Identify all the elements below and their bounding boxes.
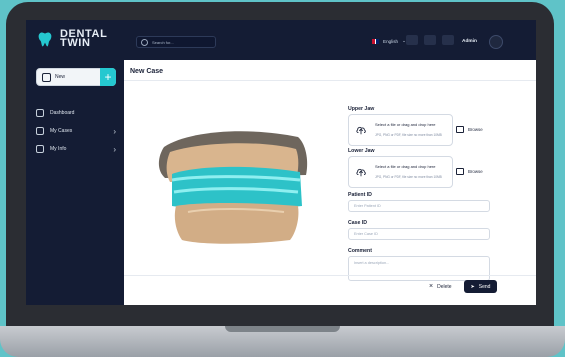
patient-id-label: Patient ID xyxy=(348,192,372,198)
header-divider xyxy=(124,80,536,81)
delete-button[interactable]: × Delete xyxy=(429,283,452,290)
upper-jaw-browse-button[interactable]: Browse xyxy=(456,123,490,135)
new-button-label: New xyxy=(55,74,66,80)
notifications-button[interactable] xyxy=(424,35,436,45)
sidebar-item-label: Dashboard xyxy=(50,110,75,116)
send-label: Send xyxy=(478,283,491,290)
comment-label: Comment xyxy=(348,248,372,254)
send-button[interactable]: ➤ Send xyxy=(464,280,497,293)
tooth-icon xyxy=(42,73,51,82)
jaw-model-illustration xyxy=(158,131,308,244)
footer-divider xyxy=(124,275,536,276)
settings-button[interactable] xyxy=(442,35,454,45)
tooth-logo-icon xyxy=(38,32,52,47)
upload-instruction: Select a file or drag and drop here xyxy=(375,122,436,127)
lower-jaw-dropzone[interactable]: Select a file or drag and drop here JPG,… xyxy=(348,156,453,188)
flag-icon xyxy=(372,38,379,44)
language-selector[interactable]: English ⌄ xyxy=(372,38,406,44)
close-icon: × xyxy=(429,283,434,290)
avatar[interactable] xyxy=(489,35,503,49)
case-id-input[interactable]: Enter Case ID xyxy=(348,228,490,240)
send-icon: ➤ xyxy=(470,283,475,290)
cloud-upload-icon xyxy=(356,126,366,135)
sidebar-item-my-cases[interactable]: My Cases › xyxy=(36,124,116,138)
laptop-notch xyxy=(225,326,340,332)
patient-id-input[interactable]: Enter Patient ID xyxy=(348,200,490,212)
info-icon xyxy=(36,145,44,153)
upload-hint: JPG, PNG or PDF, file size no more than … xyxy=(375,175,442,179)
theme-toggle[interactable] xyxy=(406,35,418,45)
dashboard-icon xyxy=(36,109,44,117)
upload-hint: JPG, PNG or PDF, file size no more than … xyxy=(375,133,442,137)
language-label: English xyxy=(383,38,399,44)
comment-textarea[interactable]: Insert a description... xyxy=(348,256,490,281)
upper-jaw-dropzone[interactable]: Select a file or drag and drop here JPG,… xyxy=(348,114,453,146)
jaw-3d-preview[interactable] xyxy=(130,120,320,250)
lower-jaw-label: Lower Jaw xyxy=(348,148,375,154)
cloud-upload-icon xyxy=(356,168,366,177)
sidebar: DENTAL TWIN New + Dashboard My Cases › M… xyxy=(26,20,124,305)
chevron-right-icon: › xyxy=(113,127,116,136)
user-name: Admin xyxy=(462,39,477,44)
new-case-button[interactable]: New + xyxy=(36,68,116,86)
cases-icon xyxy=(36,127,44,135)
case-id-placeholder: Enter Case ID xyxy=(354,232,378,236)
comment-placeholder: Insert a description... xyxy=(354,261,390,265)
lower-jaw-browse-button[interactable]: Browse xyxy=(456,165,490,177)
browse-label: Browse xyxy=(468,168,483,174)
logo-text-line2: TWIN xyxy=(60,37,91,49)
case-id-label: Case ID xyxy=(348,220,368,226)
browse-label: Browse xyxy=(468,126,483,132)
sidebar-item-my-info[interactable]: My Info › xyxy=(36,142,116,156)
search-input[interactable]: Search for... xyxy=(136,36,216,48)
upload-instruction: Select a file or drag and drop here xyxy=(375,164,436,169)
screen: DENTAL TWIN New + Dashboard My Cases › M… xyxy=(26,20,536,305)
page-title: New Case xyxy=(130,68,164,75)
upper-jaw-label: Upper Jaw xyxy=(348,106,375,112)
patient-id-placeholder: Enter Patient ID xyxy=(354,204,381,208)
chevron-right-icon: › xyxy=(113,145,116,154)
sidebar-item-label: My Info xyxy=(50,146,67,152)
sidebar-item-label: My Cases xyxy=(50,128,73,134)
folder-icon xyxy=(456,167,464,175)
sidebar-item-dashboard[interactable]: Dashboard xyxy=(36,106,116,120)
search-icon xyxy=(141,38,148,46)
app-logo: DENTAL TWIN xyxy=(36,29,107,49)
plus-icon[interactable]: + xyxy=(100,68,116,86)
folder-icon xyxy=(456,125,464,133)
delete-label: Delete xyxy=(437,283,452,290)
laptop-frame: DENTAL TWIN New + Dashboard My Cases › M… xyxy=(6,2,554,342)
topbar: Search for... English ⌄ Admin xyxy=(124,20,536,60)
search-placeholder: Search for... xyxy=(152,39,174,45)
